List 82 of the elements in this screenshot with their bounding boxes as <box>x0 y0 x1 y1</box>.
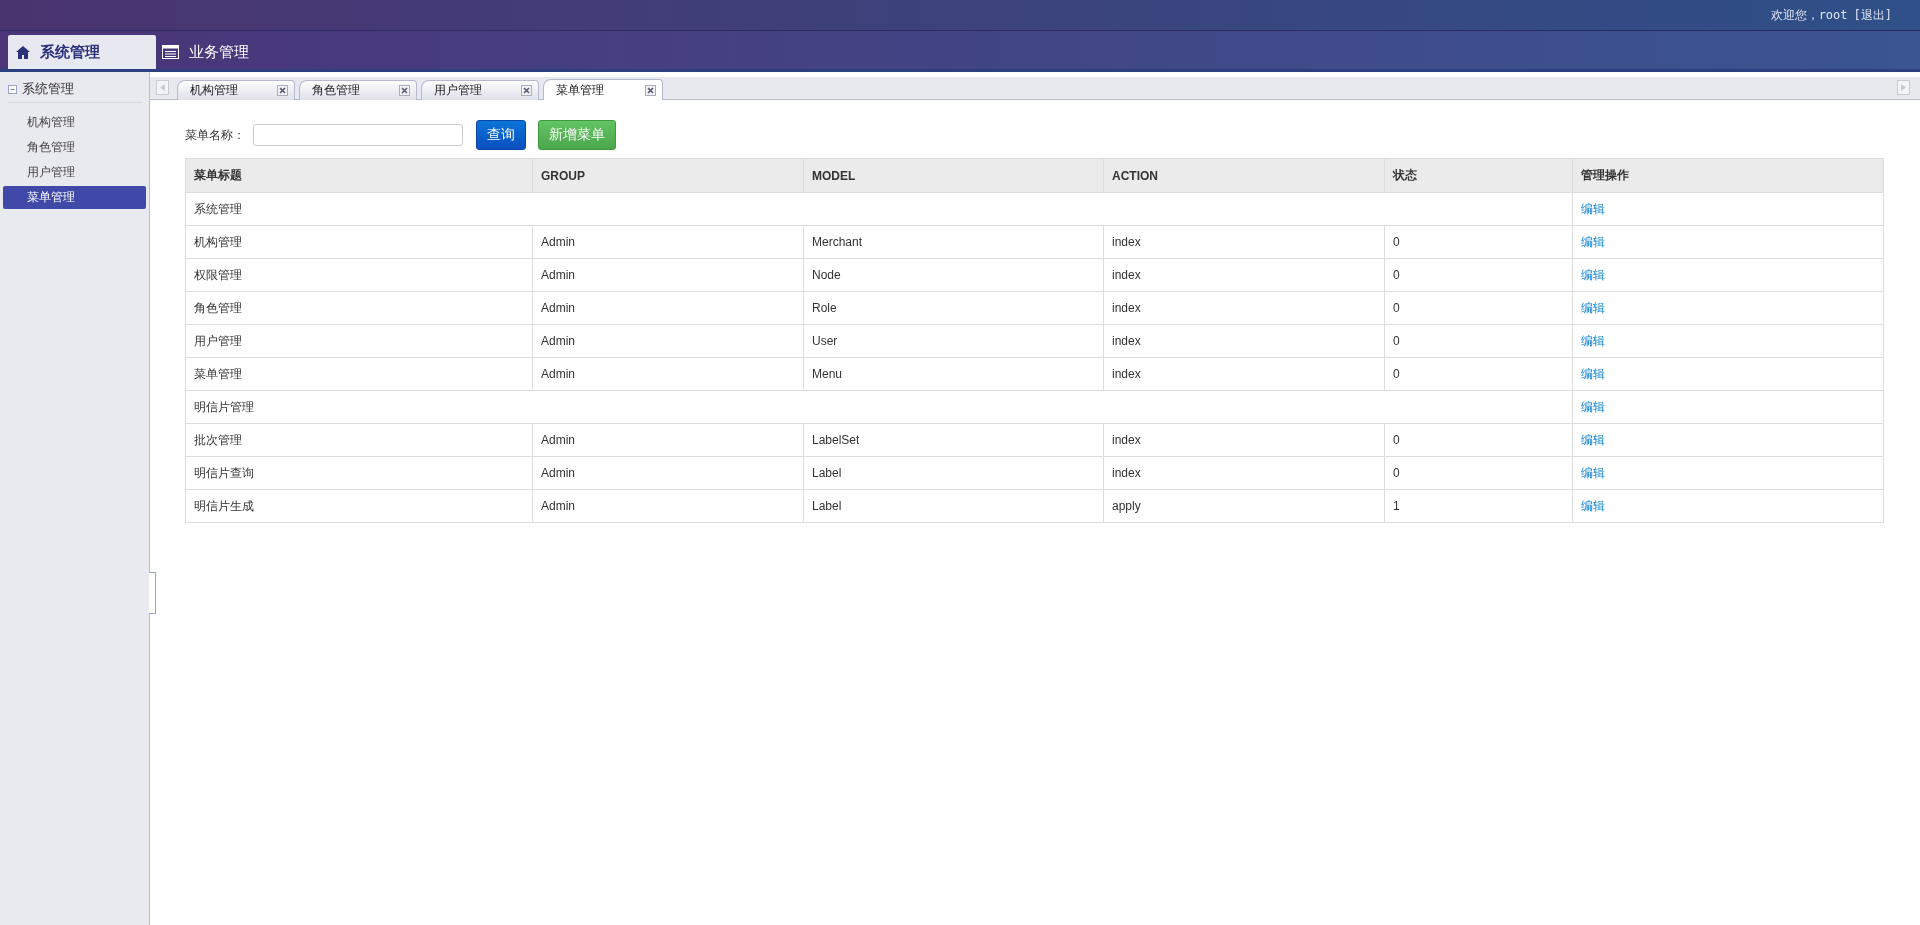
column-header: GROUP <box>532 158 804 193</box>
close-icon[interactable] <box>399 85 410 96</box>
table-cell: 0 <box>1384 456 1573 490</box>
table-cell: Admin <box>532 456 804 490</box>
table-cell: 明信片生成 <box>185 489 533 523</box>
table-cell: 系统管理 <box>185 192 1573 226</box>
table-cell: 明信片查询 <box>185 456 533 490</box>
table-cell: Node <box>803 258 1104 292</box>
column-header: ACTION <box>1103 158 1385 193</box>
edit-link[interactable]: 编辑 <box>1581 300 1605 315</box>
close-icon[interactable] <box>645 84 656 96</box>
table-cell: 明信片管理 <box>185 390 1573 424</box>
column-header: 状态 <box>1384 158 1573 193</box>
nav-tab[interactable]: 业务管理 <box>156 35 288 69</box>
collapse-icon[interactable] <box>8 84 17 94</box>
sidebar-item[interactable]: 机构管理 <box>3 111 146 134</box>
table-cell: 1 <box>1384 489 1573 523</box>
table-cell: User <box>803 324 1104 358</box>
table-cell: 0 <box>1384 225 1573 259</box>
table-cell: index <box>1103 225 1385 259</box>
table-cell: Admin <box>532 423 804 457</box>
table-cell: 权限管理 <box>185 258 533 292</box>
edit-link[interactable]: 编辑 <box>1581 234 1605 249</box>
close-icon[interactable] <box>521 85 532 96</box>
sidebar-item[interactable]: 菜单管理 <box>3 186 146 209</box>
sidebar-title: 系统管理 <box>22 80 74 98</box>
welcome-text: 欢迎您，root <box>1770 6 1848 24</box>
field-label: 菜单名称： <box>185 126 245 144</box>
table-cell: index <box>1103 456 1385 490</box>
page-tab[interactable]: 用户管理 <box>421 80 539 100</box>
table-cell: Admin <box>532 489 804 523</box>
table-cell: index <box>1103 324 1385 358</box>
table-cell: Admin <box>532 291 804 325</box>
page-tab[interactable]: 角色管理 <box>299 80 417 100</box>
table-cell: 菜单管理 <box>185 357 533 391</box>
sidebar-item[interactable]: 角色管理 <box>3 136 146 159</box>
edit-link[interactable]: 编辑 <box>1581 399 1605 414</box>
edit-link[interactable]: 编辑 <box>1581 366 1605 381</box>
search-button[interactable]: 查询 <box>476 120 526 150</box>
table-cell: 0 <box>1384 324 1573 358</box>
edit-link[interactable]: 编辑 <box>1581 432 1605 447</box>
table-cell: apply <box>1103 489 1385 523</box>
table-cell: Label <box>803 489 1104 523</box>
table-cell: index <box>1103 258 1385 292</box>
table-cell: index <box>1103 357 1385 391</box>
sidebar-item[interactable]: 用户管理 <box>3 161 146 184</box>
table-cell: Menu <box>803 357 1104 391</box>
home-icon <box>16 45 30 59</box>
table-cell: 0 <box>1384 357 1573 391</box>
logout-link[interactable]: [退出] <box>1853 6 1892 24</box>
page-tab[interactable]: 菜单管理 <box>543 79 663 100</box>
table-cell: 0 <box>1384 258 1573 292</box>
nav-tab[interactable]: 系统管理 <box>8 35 156 69</box>
table-cell: Merchant <box>803 225 1104 259</box>
table-cell: 批次管理 <box>185 423 533 457</box>
table-cell: Role <box>803 291 1104 325</box>
table-cell: Admin <box>532 357 804 391</box>
menu-name-field[interactable] <box>253 124 463 146</box>
collapse-handle[interactable] <box>149 572 156 614</box>
table-cell: 用户管理 <box>185 324 533 358</box>
table-cell: 角色管理 <box>185 291 533 325</box>
table-cell: Admin <box>532 225 804 259</box>
table-cell: Admin <box>532 258 804 292</box>
table-cell: LabelSet <box>803 423 1104 457</box>
column-header: 菜单标题 <box>185 158 533 193</box>
list-icon <box>162 45 179 59</box>
table-cell: 机构管理 <box>185 225 533 259</box>
edit-link[interactable]: 编辑 <box>1581 498 1605 513</box>
page-tab[interactable]: 机构管理 <box>177 80 295 100</box>
edit-link[interactable]: 编辑 <box>1581 465 1605 480</box>
edit-link[interactable]: 编辑 <box>1581 333 1605 348</box>
column-header: 管理操作 <box>1572 158 1884 193</box>
edit-link[interactable]: 编辑 <box>1581 267 1605 282</box>
table-cell: index <box>1103 423 1385 457</box>
table-cell: Label <box>803 456 1104 490</box>
column-header: MODEL <box>803 158 1104 193</box>
edit-link[interactable]: 编辑 <box>1581 201 1605 216</box>
table-cell: 0 <box>1384 291 1573 325</box>
table-cell: Admin <box>532 324 804 358</box>
close-icon[interactable] <box>277 85 288 96</box>
table-cell: index <box>1103 291 1385 325</box>
table-cell: 0 <box>1384 423 1573 457</box>
